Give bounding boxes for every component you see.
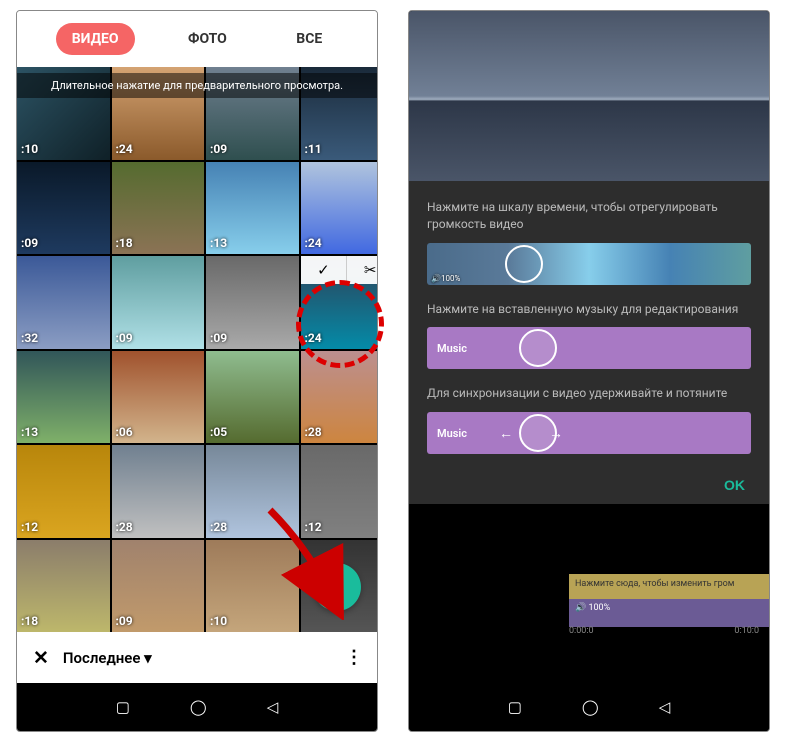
duration-label: :09	[116, 614, 133, 628]
time-start: 0:00:0	[569, 626, 594, 636]
duration-label: :24	[116, 142, 133, 156]
duration-label: :13	[21, 425, 38, 439]
album-dropdown[interactable]: Последнее ▾	[63, 649, 152, 667]
video-thumbnail[interactable]: :05	[206, 351, 299, 444]
duration-label: :12	[21, 520, 38, 534]
video-thumbnail[interactable]: :10	[206, 540, 299, 633]
video-thumbnail[interactable]: :09	[17, 162, 110, 255]
nav-home-icon[interactable]: ◯	[582, 698, 599, 716]
duration-label: :09	[210, 331, 227, 345]
music-knob[interactable]	[519, 329, 557, 367]
duration-label: :10	[21, 142, 38, 156]
select-icon[interactable]: ✓	[301, 256, 348, 284]
video-thumbnail[interactable]: :18	[112, 162, 205, 255]
editor-screen: Нажмите на шкалу времени, чтобы отрегули…	[408, 10, 770, 732]
duration-label: :09	[210, 142, 227, 156]
duration-label: :11	[305, 142, 322, 156]
nav-back-icon[interactable]: ◁	[267, 698, 279, 716]
android-nav-bar: ▢ ◯ ◁	[409, 683, 769, 731]
duration-label: :28	[116, 520, 133, 534]
android-nav-bar: ▢ ◯ ◁	[17, 683, 377, 731]
nav-back-icon[interactable]: ◁	[659, 698, 671, 716]
tab-video[interactable]: ВИДЕО	[56, 23, 135, 55]
ok-button[interactable]: OK	[718, 476, 751, 494]
video-thumbnail[interactable]: :24	[301, 162, 378, 255]
media-tabs: ВИДЕО ФОТО ВСЕ	[17, 11, 377, 67]
duration-label: :13	[210, 236, 227, 250]
duration-label: :10	[210, 614, 227, 628]
video-thumbnail[interactable]: :09	[112, 540, 205, 633]
nav-recent-icon[interactable]: ▢	[116, 698, 130, 716]
duration-label: :24	[305, 236, 322, 250]
video-thumbnail[interactable]: :13	[206, 162, 299, 255]
close-icon[interactable]: ✕	[33, 646, 49, 669]
video-thumbnail[interactable]: :32	[17, 256, 110, 349]
thumbnail-actions: ✓✂	[301, 256, 378, 284]
music-drag-knob[interactable]	[519, 414, 557, 452]
video-thumbnail[interactable]: :06	[112, 351, 205, 444]
trim-icon[interactable]: ✂	[347, 256, 377, 284]
duration-label: :05	[210, 425, 227, 439]
duration-label: :28	[305, 425, 322, 439]
duration-label: :09	[21, 236, 38, 250]
timeline-knob[interactable]	[505, 245, 543, 283]
video-thumbnail[interactable]: :09	[206, 256, 299, 349]
video-grid: :10:24:09:11:09:18:13:24:32:09:09:24✓✂:1…	[17, 67, 377, 632]
more-menu-icon[interactable]: ⋮	[345, 647, 361, 668]
video-thumbnail[interactable]: :13	[17, 351, 110, 444]
confirm-fab[interactable]: ✓	[313, 563, 361, 611]
duration-label: :06	[116, 425, 133, 439]
volume-label: 🔊100%	[431, 274, 460, 283]
music-track-sample-1[interactable]: Music	[427, 327, 751, 369]
duration-label: :18	[116, 236, 133, 250]
duration-label: :32	[21, 331, 38, 345]
video-thumbnail[interactable]: :24 ✓✂	[301, 256, 378, 349]
tip-text-3: Для синхронизации с видео удерживайте и …	[427, 385, 751, 402]
duration-label: :12	[305, 520, 322, 534]
duration-label: :09	[116, 331, 133, 345]
video-thumbnail[interactable]: :28	[301, 351, 378, 444]
music-track-sample-2[interactable]: Music ←→	[427, 412, 751, 454]
nav-home-icon[interactable]: ◯	[190, 698, 207, 716]
video-preview[interactable]	[409, 11, 769, 181]
gallery-screen: ВИДЕО ФОТО ВСЕ Длительное нажатие для пр…	[16, 10, 378, 732]
time-end: 0:10:0	[734, 626, 759, 636]
video-thumbnail[interactable]: :28	[206, 445, 299, 538]
duration-label: :28	[210, 520, 227, 534]
long-press-hint: Длительное нажатие для предварительного …	[17, 73, 377, 98]
video-timeline-sample[interactable]: 🔊100%	[427, 243, 751, 285]
tip-text-1: Нажмите на шкалу времени, чтобы отрегули…	[427, 199, 751, 233]
audio-track[interactable]: 🔊 100%	[569, 599, 769, 627]
bottom-bar: ✕ Последнее ▾ ⋮	[17, 632, 377, 683]
duration-label: :24	[305, 331, 322, 345]
video-thumbnail[interactable]: :28	[112, 445, 205, 538]
video-thumbnail[interactable]: :18	[17, 540, 110, 633]
tab-photo[interactable]: ФОТО	[172, 23, 243, 55]
nav-recent-icon[interactable]: ▢	[508, 698, 522, 716]
tab-all[interactable]: ВСЕ	[280, 23, 338, 55]
video-thumbnail[interactable]: :12	[301, 445, 378, 538]
editor-timeline: Нажмите сюда, чтобы изменить гром 🔊 100%…	[409, 504, 769, 683]
duration-label: :18	[21, 614, 38, 628]
video-thumbnail[interactable]: :09	[112, 256, 205, 349]
tutorial-dialog: Нажмите на шкалу времени, чтобы отрегули…	[409, 181, 769, 504]
video-thumbnail[interactable]: :12	[17, 445, 110, 538]
tip-text-2: Нажмите на вставленную музыку для редакт…	[427, 301, 751, 318]
